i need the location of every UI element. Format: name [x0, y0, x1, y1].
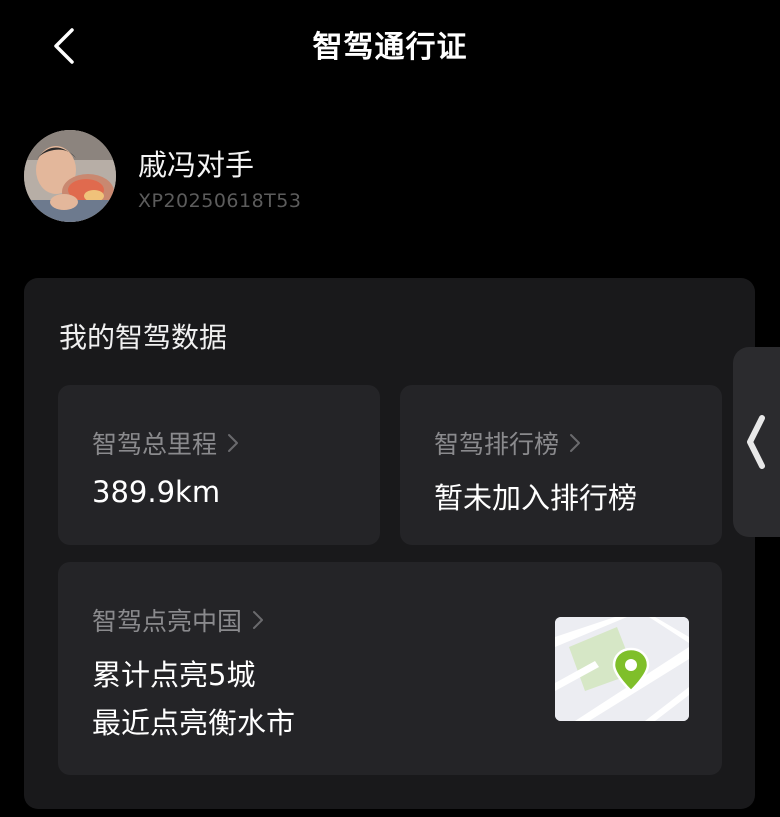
page-title: 智驾通行证 — [312, 30, 468, 65]
chevron-right-icon — [253, 611, 264, 629]
driving-data-card: 我的智驾数据 智驾总里程 389.9km 智驾排行榜 暂未加入排行榜 智驾点亮中… — [24, 278, 755, 809]
chevron-right-icon — [570, 434, 581, 452]
card-title: 我的智驾数据 — [59, 321, 228, 354]
map-thumbnail[interactable] — [555, 617, 689, 721]
mileage-value: 389.9km — [92, 475, 221, 509]
avatar-image — [24, 130, 116, 222]
mileage-label-row: 智驾总里程 — [92, 425, 239, 461]
map-pin-icon — [612, 647, 650, 693]
mileage-tile[interactable]: 智驾总里程 389.9km — [58, 385, 380, 545]
leaderboard-tile[interactable]: 智驾排行榜 暂未加入排行榜 — [400, 385, 722, 545]
recent-city-lit: 最近点亮衡水市 — [92, 706, 296, 740]
light-up-label: 智驾点亮中国 — [92, 607, 243, 636]
mileage-label: 智驾总里程 — [92, 430, 218, 459]
leaderboard-label: 智驾排行榜 — [434, 430, 560, 459]
chevron-right-icon — [228, 434, 239, 452]
light-up-china-tile[interactable]: 智驾点亮中国 累计点亮5城 最近点亮衡水市 — [58, 562, 722, 775]
chevron-left-icon — [747, 415, 765, 469]
leaderboard-value: 暂未加入排行榜 — [434, 481, 638, 515]
page: 智驾通行证 戚冯对手 XP20250618T53 我的智驾数据 智驾总里程 38… — [0, 0, 780, 817]
leaderboard-label-row: 智驾排行榜 — [434, 425, 581, 461]
user-id: XP20250618T53 — [138, 190, 302, 212]
avatar[interactable] — [24, 130, 116, 222]
side-panel-handle[interactable] — [733, 347, 780, 537]
username: 戚冯对手 — [138, 148, 255, 182]
cities-lit-count: 累计点亮5城 — [92, 658, 256, 692]
light-up-label-row: 智驾点亮中国 — [92, 602, 264, 638]
